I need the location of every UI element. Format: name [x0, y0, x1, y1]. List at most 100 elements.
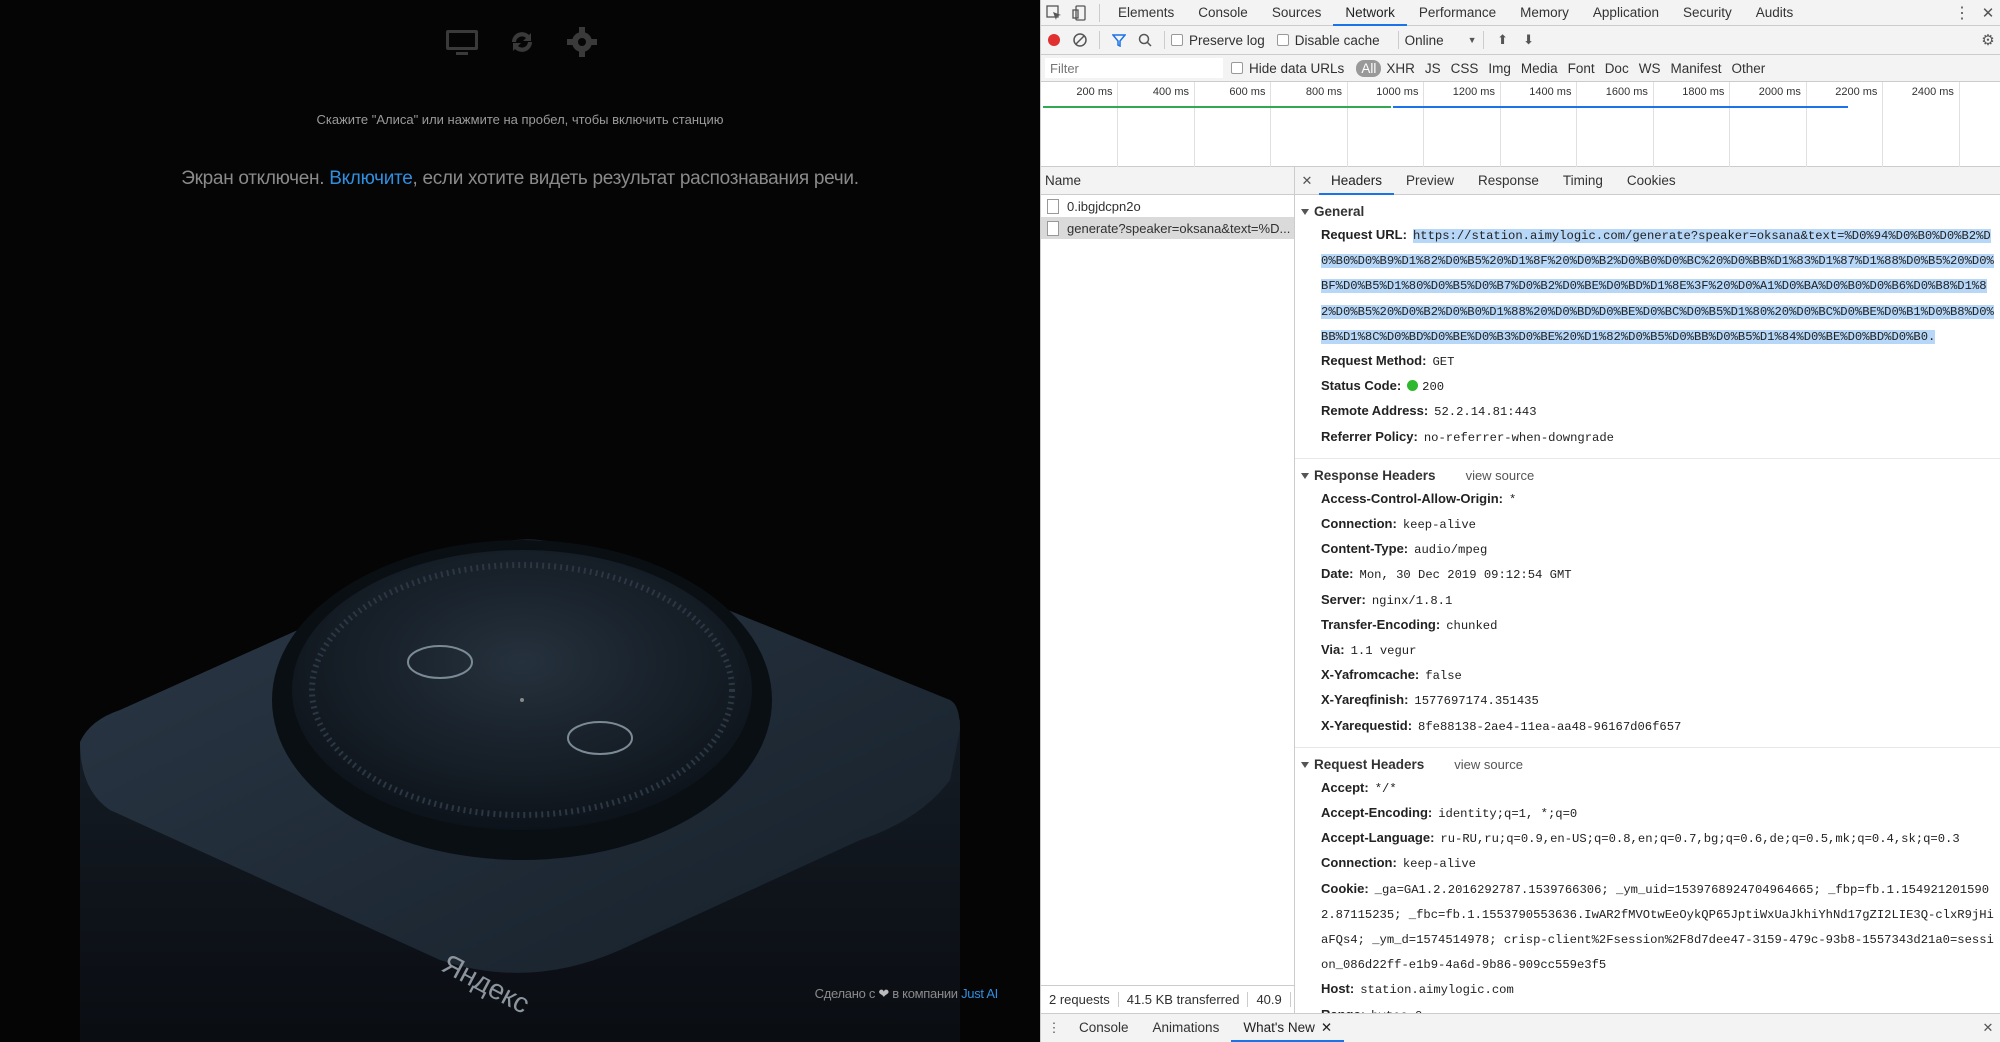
response-headers-toggle[interactable]: Response Headers view source	[1301, 465, 2000, 487]
drawer-tab-what-s-new[interactable]: What's New ✕	[1231, 1014, 1345, 1042]
close-tab-icon[interactable]: ✕	[1321, 1020, 1332, 1035]
detail-tab-cookies[interactable]: Cookies	[1615, 167, 1688, 195]
type-filter-js[interactable]: JS	[1420, 61, 1446, 76]
close-devtools-icon[interactable]: ✕	[1975, 0, 2000, 26]
header-value: keep-alive	[1402, 857, 1476, 872]
detail-tab-headers[interactable]: Headers	[1319, 167, 1395, 195]
network-overview: 200 ms 400 ms 600 ms 800 ms 1000 ms 1200 ms 14…	[1041, 82, 2000, 167]
header-name: Content-Type:	[1321, 541, 1409, 557]
activation-hint: Скажите "Алиса" или нажмите на пробел, ч…	[316, 112, 724, 127]
header-value: nginx/1.8.1	[1371, 593, 1453, 608]
just-ai-link[interactable]: Just AI	[961, 986, 998, 1001]
request-view-source-link[interactable]: view source	[1454, 757, 1523, 772]
header-value: identity;q=1, *;q=0	[1438, 807, 1578, 822]
request-headers-toggle[interactable]: Request Headers view source	[1301, 754, 2000, 776]
request-summary: 2 requests 41.5 KB transferred 40.9	[1041, 985, 1295, 1013]
header-name: Cookie:	[1321, 880, 1369, 896]
header-row: Range:bytes=0-	[1301, 1003, 2000, 1013]
general-section-toggle[interactable]: General	[1301, 201, 2000, 223]
filter-icon[interactable]	[1106, 27, 1132, 53]
enable-screen-link[interactable]: Включите	[329, 168, 413, 189]
drawer-tab-console[interactable]: Console	[1067, 1014, 1141, 1042]
device-toolbar-icon[interactable]	[1067, 0, 1093, 26]
tab-performance[interactable]: Performance	[1407, 0, 1508, 26]
header-value: Mon, 30 Dec 2019 09:12:54 GMT	[1359, 568, 1572, 583]
throttling-select[interactable]: Online ▼	[1405, 33, 1477, 48]
clear-icon[interactable]	[1067, 27, 1093, 53]
hide-data-urls-checkbox[interactable]: Hide data URLs	[1231, 61, 1344, 76]
record-icon[interactable]	[1041, 27, 1067, 53]
preserve-log-checkbox[interactable]: Preserve log	[1171, 33, 1265, 48]
close-details-icon[interactable]: ✕	[1295, 173, 1319, 189]
tab-elements[interactable]: Elements	[1106, 0, 1186, 26]
tab-application[interactable]: Application	[1581, 0, 1671, 26]
type-filter-xhr[interactable]: XHR	[1381, 61, 1420, 76]
type-filter-img[interactable]: Img	[1483, 61, 1516, 76]
type-filter-css[interactable]: CSS	[1446, 61, 1484, 76]
detail-tab-response[interactable]: Response	[1466, 167, 1551, 195]
type-filter-doc[interactable]: Doc	[1600, 61, 1634, 76]
header-name: X-Yafromcache:	[1321, 667, 1420, 683]
overview-request-bar	[1043, 106, 1392, 108]
status-ok-icon	[1407, 380, 1419, 392]
tab-security[interactable]: Security	[1671, 0, 1744, 26]
header-name: X-Yareqfinish:	[1321, 692, 1409, 708]
disable-cache-checkbox[interactable]: Disable cache	[1276, 33, 1380, 48]
detail-tab-preview[interactable]: Preview	[1394, 167, 1466, 195]
devtools-main-tabs: Elements Console Sources Network Performance…	[1106, 0, 1805, 26]
monitor-icon[interactable]	[444, 24, 480, 60]
tab-memory[interactable]: Memory	[1508, 0, 1581, 26]
request-headers-section: Request Headers view source Accept: */* Acc…	[1295, 748, 2000, 1013]
headers-view: General Request URL: https://station.aimy…	[1295, 195, 2000, 1013]
type-filter-other[interactable]: Other	[1726, 61, 1770, 76]
type-filter-manifest[interactable]: Manifest	[1665, 61, 1726, 76]
overview-tick: 2000 ms	[1759, 82, 1807, 167]
close-drawer-icon[interactable]: ✕	[1975, 1015, 2000, 1041]
overview-tick: 1600 ms	[1606, 82, 1654, 167]
type-filter-ws[interactable]: WS	[1634, 61, 1666, 76]
refresh-icon[interactable]	[504, 24, 540, 60]
header-name: Transfer-Encoding:	[1321, 616, 1441, 632]
type-filter-all[interactable]: All	[1356, 59, 1382, 77]
response-headers-section: Response Headers view source Access-Contr…	[1295, 459, 2000, 748]
tab-console[interactable]: Console	[1186, 0, 1260, 26]
response-view-source-link[interactable]: view source	[1466, 468, 1535, 483]
inspect-element-icon[interactable]	[1041, 0, 1067, 26]
header-row: Remote Address: 52.2.14.81:443	[1301, 399, 2000, 424]
header-row: X-Yarequestid: 8fe88138-2ae4-11ea-aa48-96…	[1301, 714, 2000, 739]
overview-tick: 1200 ms	[1453, 82, 1501, 167]
header-value: GET	[1432, 355, 1455, 370]
drawer-menu-icon[interactable]: ⋮	[1041, 1015, 1067, 1041]
network-settings-gear-icon[interactable]: ⚙	[1975, 27, 2000, 53]
tab-sources[interactable]: Sources	[1260, 0, 1334, 26]
tab-audits[interactable]: Audits	[1744, 0, 1806, 26]
header-name: Remote Address:	[1321, 403, 1429, 419]
header-value: keep-alive	[1402, 518, 1476, 533]
header-row: Status Code: 200	[1301, 374, 2000, 399]
header-name: Via:	[1321, 642, 1345, 658]
drawer-tab-animations[interactable]: Animations	[1141, 1014, 1232, 1042]
export-har-icon[interactable]: ⬇	[1516, 27, 1542, 53]
header-value: _ga=GA1.2.2016292787.1539766306; _ym_uid…	[1321, 882, 1994, 973]
yandex-station-image: Яндекс	[80, 539, 960, 1042]
request-row[interactable]: generate?speaker=oksana&text=%D...	[1041, 217, 1294, 239]
filter-input[interactable]	[1045, 58, 1223, 78]
overview-tick: 1400 ms	[1529, 82, 1578, 167]
request-row[interactable]: 0.ibgjdcpn2o	[1041, 195, 1294, 217]
tab-network[interactable]: Network	[1333, 0, 1407, 26]
name-column-header[interactable]: Name	[1041, 167, 1294, 195]
filter-bar: Hide data URLs AllXHRJSCSSImgMediaFontDo…	[1041, 55, 2000, 82]
type-filter-font[interactable]: Font	[1563, 61, 1600, 76]
header-value: ru-RU,ru;q=0.9,en-US;q=0.8,en;q=0.7,bg;q…	[1440, 832, 1960, 847]
overview-tick: 800 ms	[1306, 82, 1348, 167]
header-value: false	[1425, 669, 1462, 684]
header-value: *	[1509, 492, 1517, 507]
import-har-icon[interactable]: ⬆	[1490, 27, 1516, 53]
search-icon[interactable]	[1132, 27, 1158, 53]
gear-icon[interactable]	[564, 24, 600, 60]
header-row: Connection: keep-alive	[1301, 851, 2000, 876]
type-filter-media[interactable]: Media	[1516, 61, 1563, 76]
header-value: no-referrer-when-downgrade	[1423, 430, 1614, 445]
detail-tab-timing[interactable]: Timing	[1551, 167, 1615, 195]
more-options-icon[interactable]: ⋮	[1949, 0, 1975, 26]
